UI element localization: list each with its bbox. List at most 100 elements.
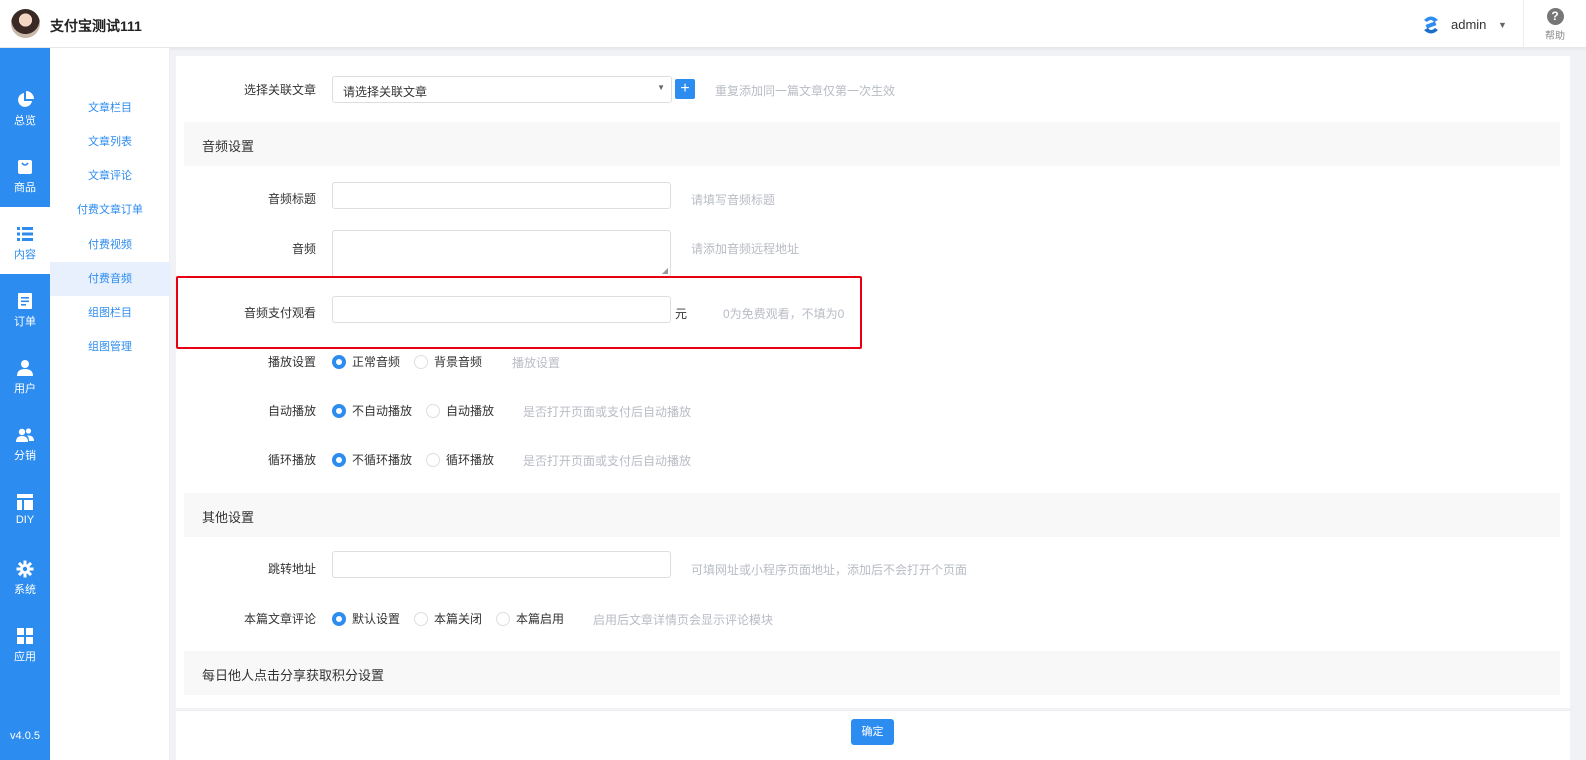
radio-unchecked-icon [426,404,440,418]
radio-unchecked-icon [414,355,428,369]
comment-enable-radio[interactable]: 本篇启用 [496,610,564,627]
radio-label: 本篇关闭 [434,612,483,626]
radio-label: 默认设置 [352,612,401,626]
rail-label: 订单 [14,316,36,328]
shopping-bag-icon [18,160,32,174]
rail-item-products[interactable]: 商品 [0,140,50,207]
rail-item-apps[interactable]: 应用 [0,609,50,676]
play-setting-hint: 播放设置 [512,356,561,370]
store-avatar[interactable] [11,9,40,38]
audio-label: 音频 [291,242,316,256]
rail-item-users[interactable]: 用户 [0,341,50,408]
rail-item-orders[interactable]: 订单 [0,274,50,341]
audio-title-input[interactable] [332,182,671,209]
audio-url-textarea[interactable]: ◢ [332,230,671,277]
help-button[interactable]: ? 帮助 [1538,8,1572,42]
comment-default-radio[interactable]: 默认设置 [332,610,400,627]
subnav-item[interactable]: 付费文章订单 [50,193,170,227]
related-article-select[interactable]: 请选择关联文章 ▼ [332,76,672,103]
share-section-title: 每日他人点击分享获取积分设置 [202,668,385,683]
list-icon [17,227,33,241]
loop-label: 循环播放 [267,453,316,467]
subnav-item[interactable]: 文章评论 [50,159,170,193]
rail-label: 总览 [14,115,36,127]
apps-grid-icon [17,628,33,644]
radio-checked-icon [332,453,346,467]
header-divider [1523,0,1524,48]
user-menu[interactable]: admin [1451,17,1486,32]
autoplay-label: 自动播放 [267,404,316,418]
users-group-icon [16,428,34,442]
chevron-down-icon: ▼ [657,83,665,92]
related-article-label: 选择关联文章 [243,83,316,97]
chevron-down-icon[interactable]: ▼ [1498,20,1507,30]
resize-handle-icon[interactable]: ◢ [662,266,668,275]
subnav-item[interactable]: 付费视频 [50,228,170,262]
confirm-button[interactable]: 确定 [851,719,894,745]
audio-section-header: 音频设置 [184,122,1560,166]
jump-url-input[interactable] [332,551,671,578]
other-section-header: 其他设置 [184,493,1560,537]
share-section-header: 每日他人点击分享获取积分设置 [184,651,1560,695]
autoplay-off-radio[interactable]: 不自动播放 [332,402,412,419]
audio-title-hint: 请填写音频标题 [691,193,776,207]
rail-item-distribution[interactable]: 分销 [0,408,50,475]
question-icon: ? [1546,8,1564,25]
user-icon [17,360,33,376]
rail-item-overview[interactable]: 总览 [0,73,50,140]
rail-label: 分销 [14,450,36,462]
subnav-item-active[interactable]: 付费音频 [50,262,170,296]
radio-unchecked-icon [426,453,440,467]
layout-icon [17,494,33,510]
main-nav-rail: 总览 商品 内容 订单 用户 分销 DIY 系统 应用 [0,48,50,760]
rail-label: 商品 [14,182,36,194]
rail-item-content[interactable]: 内容 [0,207,50,274]
top-header: 支付宝测试111 admin ▼ ? 帮助 [0,0,1586,48]
jump-url-label: 跳转地址 [267,562,316,576]
subnav-item[interactable]: 组图管理 [50,330,170,364]
loop-off-radio[interactable]: 不循环播放 [332,451,412,468]
comment-label: 本篇文章评论 [243,612,316,626]
article-form: 选择关联文章 请选择关联文章 ▼ + 重复添加同一篇文章仅第一次生效 音频设置 … [176,56,1570,708]
help-label: 帮助 [1545,31,1565,42]
gear-icon [16,560,34,578]
rail-item-system[interactable]: 系统 [0,542,50,609]
rail-item-diy[interactable]: DIY [0,475,50,542]
autoplay-on-radio[interactable]: 自动播放 [426,402,494,419]
subnav-item[interactable]: 文章栏目 [50,91,170,125]
store-name: 支付宝测试111 [50,18,142,34]
radio-label: 不循环播放 [352,453,413,467]
content-subnav: 文章栏目 文章列表 文章评论 付费文章订单 付费视频 付费音频 组图栏目 组图管… [50,48,170,760]
radio-label: 循环播放 [446,453,495,467]
order-document-icon [18,293,32,309]
radio-checked-icon [332,355,346,369]
rail-label: 内容 [14,249,36,261]
jump-url-hint: 可填网址或小程序页面地址，添加后不会打开个页面 [691,563,968,577]
radio-label: 不自动播放 [352,404,413,418]
subnav-item[interactable]: 文章列表 [50,125,170,159]
audio-section-title: 音频设置 [202,139,255,154]
form-footer: 确定 [176,710,1570,760]
related-article-hint: 重复添加同一篇文章仅第一次生效 [715,84,896,98]
play-setting-label: 播放设置 [267,355,316,369]
comment-close-radio[interactable]: 本篇关闭 [414,610,482,627]
subnav-item[interactable]: 组图栏目 [50,296,170,330]
rail-label: 系统 [14,584,36,596]
brand-logo-icon [1424,16,1438,34]
rail-label: 应用 [14,651,36,663]
radio-checked-icon [332,612,346,626]
play-setting-background-radio[interactable]: 背景音频 [414,353,482,370]
radio-label: 本篇启用 [516,612,565,626]
audio-hint: 请添加音频远程地址 [691,242,800,256]
loop-hint: 是否打开页面或支付后自动播放 [523,454,692,468]
radio-checked-icon [332,404,346,418]
radio-label: 自动播放 [446,404,495,418]
autoplay-hint: 是否打开页面或支付后自动播放 [523,405,692,419]
radio-unchecked-icon [414,612,428,626]
rail-label: DIY [15,514,35,526]
loop-on-radio[interactable]: 循环播放 [426,451,494,468]
comment-hint: 启用后文章详情页会显示评论模块 [593,613,774,627]
pie-chart-icon [18,91,34,107]
add-article-button[interactable]: + [675,79,695,99]
play-setting-normal-radio[interactable]: 正常音频 [332,353,400,370]
